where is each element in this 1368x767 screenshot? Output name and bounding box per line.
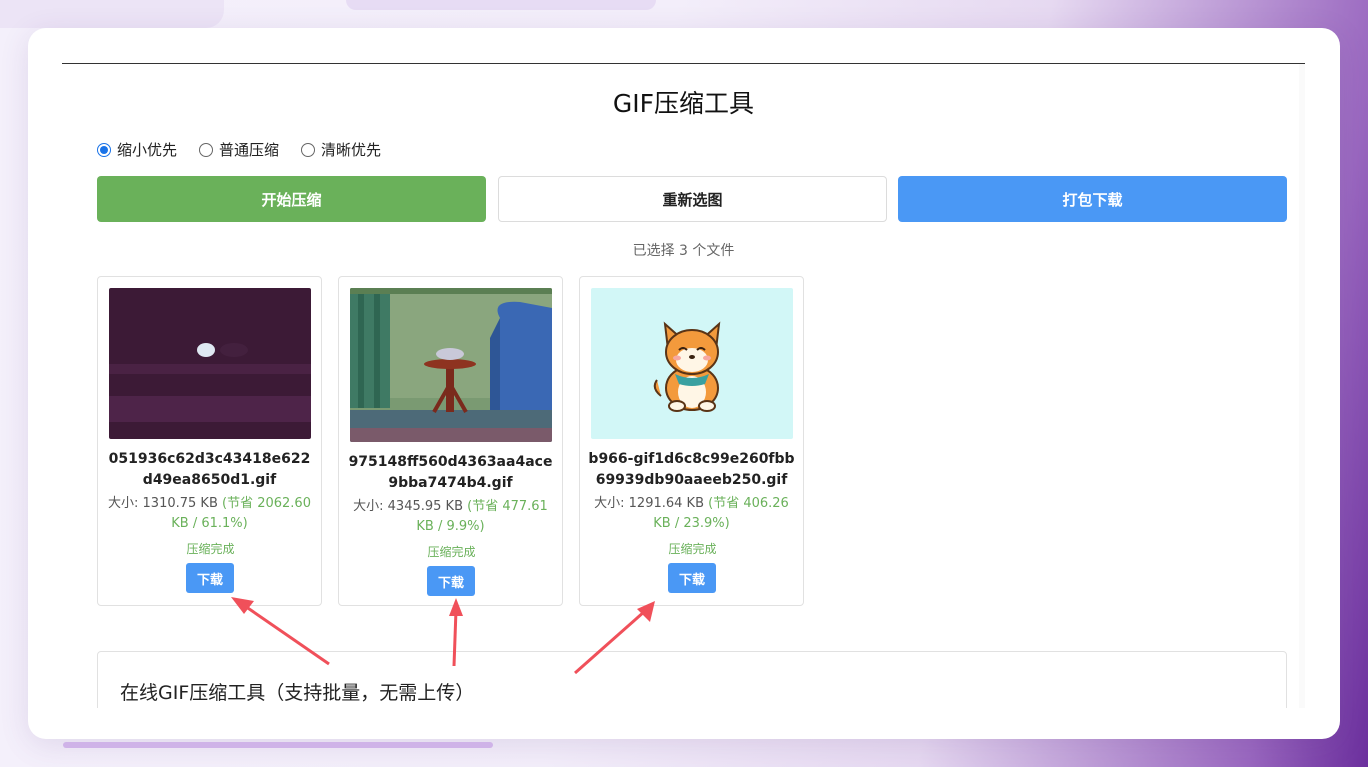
size-value: 大小: 1310.75 KB (108, 496, 218, 511)
download-button[interactable]: 下载 (427, 566, 475, 596)
page-content: GIF压缩工具 缩小优先 普通压缩 清晰优先 开始压缩 重新选图 打包下载 已选… (62, 63, 1305, 708)
background-shape (0, 0, 224, 28)
file-name: b966-gif1d6c8c99e260fbb69939db90aaeeb250… (588, 451, 795, 488)
mode-radio-normal[interactable]: 普通压缩 (199, 139, 279, 160)
info-title: 在线GIF压缩工具（支持批量，无需上传） (120, 682, 475, 704)
status-badge: 压缩完成 (427, 545, 476, 559)
gif-thumbnail (109, 288, 311, 439)
file-name: 975148ff560d4363aa4ace9bba7474b4.gif (348, 454, 553, 491)
start-compress-button[interactable]: 开始压缩 (97, 176, 486, 222)
status-badge: 压缩完成 (186, 542, 235, 556)
radio-checked-icon[interactable] (97, 142, 111, 157)
download-button[interactable]: 下载 (668, 563, 716, 593)
file-size: 大小: 4345.95 KB (节省 477.61 KB / 9.9%) (347, 497, 554, 537)
status-badge: 压缩完成 (668, 542, 717, 556)
download-button[interactable]: 下载 (186, 563, 234, 593)
gif-thumbnail (591, 288, 793, 439)
file-size: 大小: 1291.64 KB (节省 406.26 KB / 23.9%) (588, 494, 795, 534)
file-size: 大小: 1310.75 KB (节省 2062.60 KB / 61.1%) (106, 494, 313, 534)
zip-download-button[interactable]: 打包下载 (898, 176, 1287, 222)
radio-unchecked-icon[interactable] (199, 142, 214, 157)
background-shape (346, 0, 656, 10)
mode-label: 普通压缩 (219, 141, 280, 159)
compression-mode-group: 缩小优先 普通压缩 清晰优先 (97, 139, 381, 160)
file-card: 975148ff560d4363aa4ace9bba7474b4.gif 大小:… (338, 276, 563, 606)
file-card: b966-gif1d6c8c99e260fbb69939db90aaeeb250… (579, 276, 804, 606)
mode-radio-smallest[interactable]: 缩小优先 (97, 139, 177, 160)
mode-label: 清晰优先 (321, 141, 382, 159)
page-title: GIF压缩工具 (612, 89, 755, 118)
size-value: 大小: 1291.64 KB (594, 496, 704, 511)
radio-unchecked-icon[interactable] (301, 142, 316, 157)
action-buttons: 开始压缩 重新选图 打包下载 (97, 176, 1287, 222)
mode-radio-clarity[interactable]: 清晰优先 (301, 139, 381, 160)
reselect-images-button[interactable]: 重新选图 (498, 176, 887, 222)
app-window: GIF压缩工具 缩小优先 普通压缩 清晰优先 开始压缩 重新选图 打包下载 已选… (28, 28, 1340, 739)
mode-label: 缩小优先 (117, 141, 178, 159)
scroll-indicator (63, 742, 493, 748)
file-count-label: 已选择 3 个文件 (632, 243, 735, 259)
file-card: 051936c62d3c43418e622d49ea8650d1.gif 大小:… (97, 276, 322, 606)
file-name: 051936c62d3c43418e622d49ea8650d1.gif (108, 451, 311, 488)
size-value: 大小: 4345.95 KB (353, 499, 463, 514)
gif-thumbnail (350, 288, 552, 442)
info-section: 在线GIF压缩工具（支持批量，无需上传） (97, 651, 1287, 708)
